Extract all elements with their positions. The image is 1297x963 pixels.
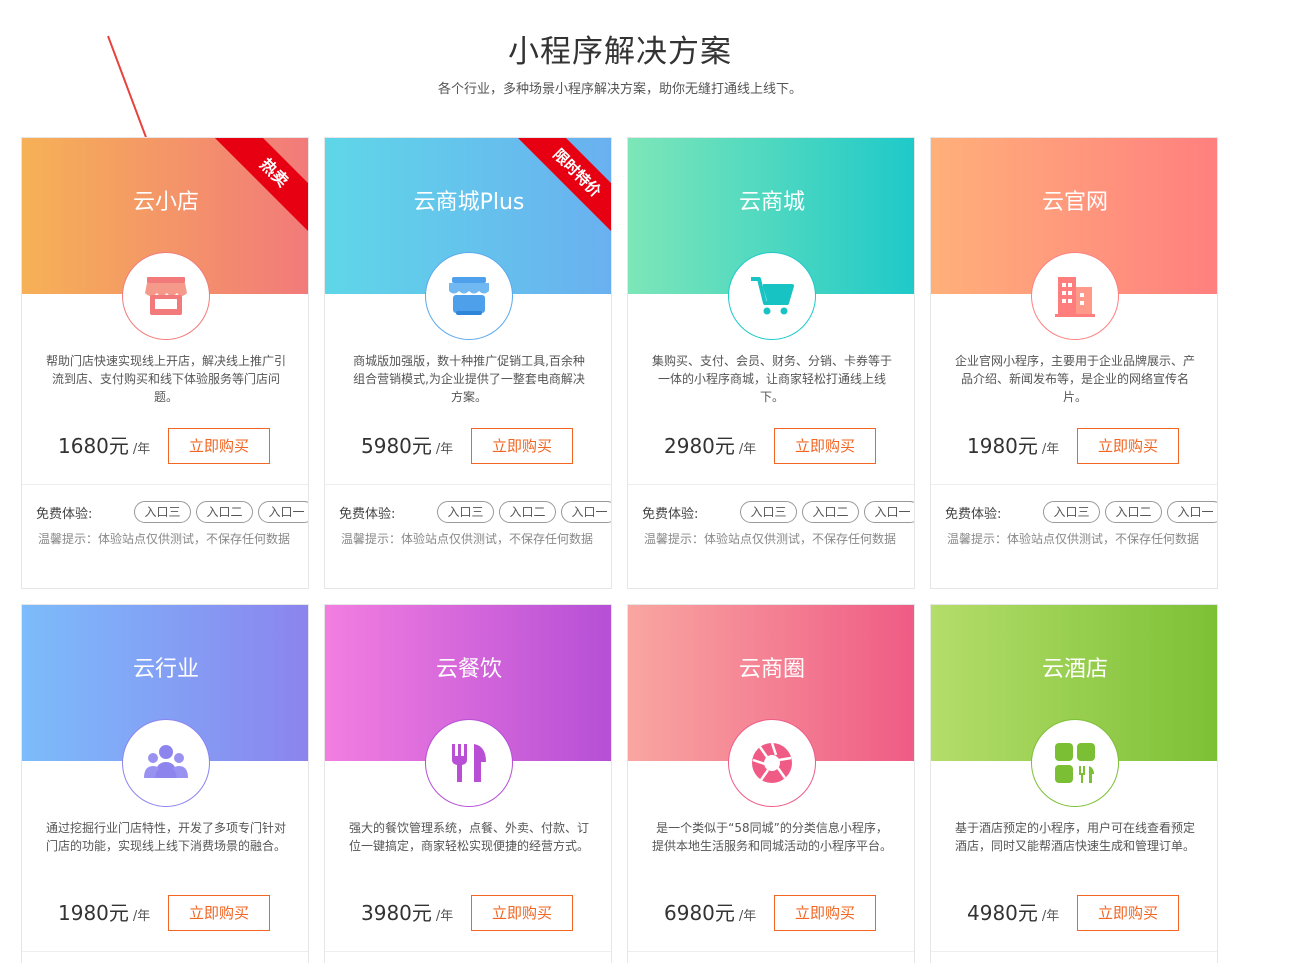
trial-row: 免费体验: 入口三 入口二 入口一 <box>36 501 308 523</box>
buy-button[interactable]: 立即购买 <box>168 428 270 464</box>
trial-note: 温馨提示：体验站点仅供测试，不保存任何数据 <box>644 532 897 546</box>
price-row: 1680元/年 立即购买 <box>22 428 308 464</box>
price: 3980元/年 <box>361 901 454 925</box>
price-row: 3980元/年 立即购买 <box>325 895 611 931</box>
buy-button[interactable]: 立即购买 <box>1077 428 1179 464</box>
product-card-yunshangcheng: 云商城 集购买、支付、会员、财务、分销、卡券等于一体的小程序商城，让商家轻松打通… <box>627 137 915 589</box>
price: 6980元/年 <box>664 901 757 925</box>
price: 1980元/年 <box>967 434 1060 458</box>
entry-2-button[interactable]: 入口二 <box>499 501 556 523</box>
divider <box>628 951 914 952</box>
card-title: 云餐饮 <box>435 657 502 682</box>
price-row: 5980元/年 立即购买 <box>325 428 611 464</box>
divider <box>325 484 611 485</box>
product-card-yunshangquan: 云商圈 是一个类似于“58同城”的分类信息小程序，提供本地生活服务和同城活动的小… <box>627 604 915 963</box>
price-row: 1980元/年 立即购买 <box>22 895 308 931</box>
buy-button[interactable]: 立即购买 <box>168 895 270 931</box>
divider <box>931 484 1217 485</box>
page-title: 小程序解决方案 <box>508 34 732 70</box>
price: 1680元/年 <box>58 434 151 458</box>
entry-1-button[interactable]: 入口一 <box>864 501 914 523</box>
entry-3-button[interactable]: 入口三 <box>740 501 797 523</box>
trial-label: 免费体验: <box>945 507 1002 522</box>
card-title: 云官网 <box>1041 190 1108 215</box>
divider <box>22 484 308 485</box>
price: 1980元/年 <box>58 901 151 925</box>
product-card-yunxiaodian: 云小店 热卖 帮助门店快速实现线上开店，解决线上推广引流到店、支付购买和线下体验… <box>21 137 309 589</box>
trial-row: 免费体验: 入口三 入口二 入口一 <box>339 501 611 523</box>
product-card-yunjiudian: 云酒店 基于酒店预定的小程序，用户可在线查看预定酒店，同时又能帮酒店快速生成和管… <box>930 604 1218 963</box>
price: 5980元/年 <box>361 434 454 458</box>
product-card-yunhangye: 云行业 通过挖掘行业门店特性，开发了多项专门针对门店的功能，实现线上线下消费场景… <box>21 604 309 963</box>
divider <box>22 951 308 952</box>
trial-row: 免费体验: 入口三 入口二 入口一 <box>642 501 914 523</box>
buy-button[interactable]: 立即购买 <box>774 428 876 464</box>
product-card-yuncanyin: 云餐饮 强大的餐饮管理系统，点餐、外卖、付款、订位一键搞定，商家轻松实现便捷的经… <box>324 604 612 963</box>
entry-2-button[interactable]: 入口二 <box>802 501 859 523</box>
buy-button[interactable]: 立即购买 <box>471 428 573 464</box>
entry-1-button[interactable]: 入口一 <box>561 501 611 523</box>
buy-button[interactable]: 立即购买 <box>1077 895 1179 931</box>
price-row: 1980元/年 立即购买 <box>931 428 1217 464</box>
divider <box>628 484 914 485</box>
entry-3-button[interactable]: 入口三 <box>134 501 191 523</box>
price: 2980元/年 <box>664 434 757 458</box>
shop-icon <box>425 252 513 340</box>
aperture-icon <box>728 719 816 807</box>
card-title: 云行业 <box>132 657 199 682</box>
card-description: 通过挖掘行业门店特性，开发了多项专门针对门店的功能，实现线上线下消费场景的融合。 <box>46 821 287 853</box>
trial-row: 免费体验: 入口三 入口二 入口一 <box>945 501 1217 523</box>
entry-1-button[interactable]: 入口一 <box>1167 501 1217 523</box>
trial-note: 温馨提示：体验站点仅供测试，不保存任何数据 <box>38 532 291 546</box>
product-card-yunguanwang: 云官网 企业官网小程序，主要用于企业品牌展示、产品介绍、新闻发布等，是企业的网络… <box>930 137 1218 589</box>
page-subtitle: 各个行业，多种场景小程序解决方案，助你无缝打通线上线下。 <box>437 82 802 97</box>
price: 4980元/年 <box>967 901 1060 925</box>
entry-1-button[interactable]: 入口一 <box>258 501 308 523</box>
hotel-icon <box>1031 719 1119 807</box>
card-title: 云酒店 <box>1041 657 1108 682</box>
card-description: 帮助门店快速实现线上开店，解决线上推广引流到店、支付购买和线下体验服务等门店问题… <box>46 354 287 404</box>
entry-3-button[interactable]: 入口三 <box>1043 501 1100 523</box>
building-icon <box>1031 252 1119 340</box>
card-title: 云商圈 <box>738 657 805 682</box>
card-description: 强大的餐饮管理系统，点餐、外卖、付款、订位一键搞定，商家轻松实现便捷的经营方式。 <box>349 821 590 853</box>
trial-note: 温馨提示：体验站点仅供测试，不保存任何数据 <box>947 532 1200 546</box>
price-row: 2980元/年 立即购买 <box>628 428 914 464</box>
buy-button[interactable]: 立即购买 <box>774 895 876 931</box>
card-description: 商城版加强版，数十种推广促销工具,百余种组合营销模式,为企业提供了一整套电商解决… <box>353 354 585 404</box>
card-description: 是一个类似于“58同城”的分类信息小程序，提供本地生活服务和同城活动的小程序平台… <box>652 821 893 853</box>
fork-knife-icon <box>425 719 513 807</box>
trial-label: 免费体验: <box>339 507 396 522</box>
card-description: 企业官网小程序，主要用于企业品牌展示、产品介绍、新闻发布等，是企业的网络宣传名片… <box>955 354 1196 404</box>
divider <box>325 951 611 952</box>
entry-3-button[interactable]: 入口三 <box>437 501 494 523</box>
cart-icon <box>728 252 816 340</box>
card-description: 基于酒店预定的小程序，用户可在线查看预定酒店，同时又能帮酒店快速生成和管理订单。 <box>955 821 1196 853</box>
price-row: 6980元/年 立即购买 <box>628 895 914 931</box>
card-description: 集购买、支付、会员、财务、分销、卡券等于一体的小程序商城，让商家轻松打通线上线下… <box>652 354 893 404</box>
entry-2-button[interactable]: 入口二 <box>1105 501 1162 523</box>
entry-2-button[interactable]: 入口二 <box>196 501 253 523</box>
store-icon <box>122 252 210 340</box>
card-title: 云商城 <box>738 190 805 215</box>
people-icon <box>122 719 210 807</box>
trial-label: 免费体验: <box>36 507 93 522</box>
buy-button[interactable]: 立即购买 <box>471 895 573 931</box>
product-card-yunshangcheng-plus: 云商城Plus 限时特价 商城版加强版，数十种推广促销工具,百余种组合营销模式,… <box>324 137 612 589</box>
trial-note: 温馨提示：体验站点仅供测试，不保存任何数据 <box>341 532 594 546</box>
price-row: 4980元/年 立即购买 <box>931 895 1217 931</box>
trial-label: 免费体验: <box>642 507 699 522</box>
divider <box>931 951 1217 952</box>
